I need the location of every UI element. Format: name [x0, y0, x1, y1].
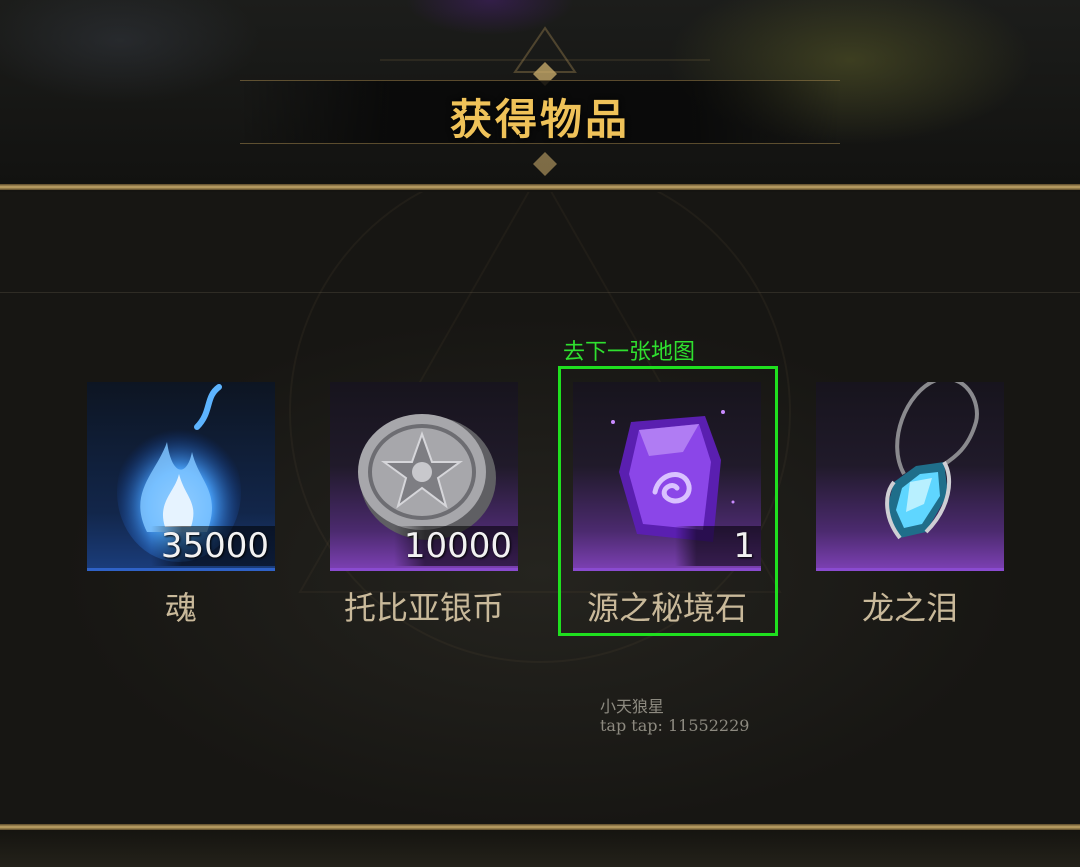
item-frame	[816, 382, 1004, 571]
item-name: 龙之泪	[861, 589, 958, 627]
reward-item-silver-coin[interactable]: 10000 托比亚银币	[330, 382, 518, 629]
reward-item-soul[interactable]: 35000 魂	[87, 382, 275, 629]
dragon-tear-pendant-icon	[885, 382, 979, 540]
annotation-highlight-box	[558, 366, 778, 636]
item-count: 10000	[393, 526, 518, 566]
top-gold-trim	[0, 184, 1080, 190]
bottom-background	[0, 830, 1080, 867]
item-frame: 35000	[87, 382, 275, 571]
annotation-label: 去下一张地图	[563, 340, 696, 365]
watermark-name: 小天狼星	[600, 697, 665, 716]
item-count: 35000	[150, 526, 275, 566]
reward-item-dragon-tear[interactable]: 龙之泪	[816, 382, 1004, 629]
divider	[0, 292, 1080, 293]
item-name: 魂	[164, 589, 197, 627]
item-name: 托比亚银币	[343, 589, 504, 627]
item-frame: 10000	[330, 382, 518, 571]
watermark-id: tap tap: 11552229	[600, 716, 750, 735]
page-title: 获得物品	[449, 95, 630, 144]
